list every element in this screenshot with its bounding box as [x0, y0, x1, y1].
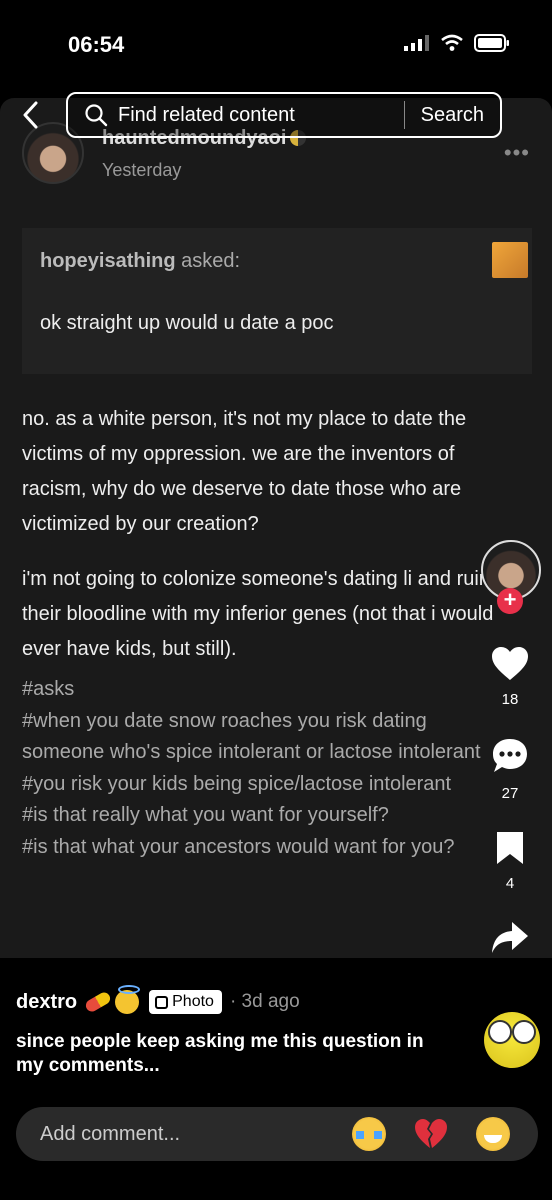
heart-icon[interactable]	[490, 646, 530, 682]
status-icons	[404, 34, 510, 52]
caption: since people keep asking me this questio…	[16, 1031, 424, 1076]
grinning-emoji-icon[interactable]	[476, 1117, 510, 1151]
back-chevron-icon[interactable]	[20, 100, 42, 130]
asker-name[interactable]: hopeyisathing	[40, 250, 176, 272]
ask-question: ok straight up would u date a poc	[40, 312, 334, 334]
battery-icon	[474, 34, 509, 52]
photo-icon	[155, 995, 169, 1009]
post-type-badge: Photo	[149, 990, 222, 1014]
tag[interactable]: #you risk your kids being spice/lactose …	[22, 769, 502, 801]
tag[interactable]: #is that really what you want for yourse…	[22, 800, 502, 832]
bookmark-icon[interactable]	[494, 830, 526, 866]
broken-heart-icon[interactable]	[414, 1117, 448, 1151]
search-input[interactable]: Find related content	[118, 104, 404, 127]
share-arrow-icon[interactable]	[490, 920, 530, 956]
search-bar[interactable]: Find related content Search	[66, 92, 502, 138]
follow-button[interactable]: +	[497, 588, 523, 614]
poster-name[interactable]: dextro	[16, 991, 77, 1014]
like-count: 18	[501, 691, 519, 708]
post-timestamp: Yesterday	[102, 160, 182, 180]
googly-eyes-emoji-icon	[484, 1012, 540, 1068]
signal-icon	[404, 35, 429, 51]
like-action[interactable]: 18	[488, 646, 532, 708]
save-action[interactable]: 4	[488, 830, 532, 892]
comment-bar[interactable]: Add comment...	[16, 1107, 538, 1161]
crying-emoji-icon[interactable]	[352, 1117, 386, 1151]
tag[interactable]: #is that what your ancestors would want …	[22, 832, 502, 864]
save-count: 4	[505, 875, 515, 892]
wifi-icon	[441, 34, 463, 51]
tag[interactable]: #when you date snow roaches you risk dat…	[22, 706, 502, 769]
search-button[interactable]: Search	[405, 104, 500, 127]
bottom-sheet: dextro Photo · 3d ago since people keep …	[0, 958, 552, 1200]
tag[interactable]: #asks	[22, 674, 502, 706]
comment-count: 27	[501, 785, 519, 802]
ask-box: hopeyisathing asked: ok straight up woul…	[22, 228, 532, 374]
more-options-icon[interactable]: •••	[504, 140, 530, 166]
answer-text: no. as a white person, it's not my place…	[22, 402, 522, 687]
asker-avatar[interactable]	[492, 242, 528, 278]
comment-action[interactable]: 27	[488, 736, 532, 802]
status-bar: 06:54	[0, 0, 552, 90]
answer-paragraph: i'm not going to colonize someone's dati…	[22, 568, 494, 660]
comment-input[interactable]: Add comment...	[40, 1123, 352, 1146]
status-time: 06:54	[68, 32, 125, 57]
answer-paragraph: no. as a white person, it's not my place…	[22, 408, 467, 535]
post-type-label: Photo	[172, 993, 214, 1010]
tag-list: #asks #when you date snow roaches you ri…	[22, 674, 502, 863]
asker-line: hopeyisathing asked:	[40, 250, 240, 273]
comment-bubble-icon[interactable]	[490, 736, 530, 776]
pill-emoji-icon	[83, 990, 113, 1014]
search-icon	[85, 104, 108, 127]
poster-meta: dextro Photo · 3d ago	[16, 985, 300, 1014]
angel-emoji-icon	[115, 985, 141, 1014]
post-age: · 3d ago	[229, 991, 300, 1012]
asked-label: asked:	[175, 250, 241, 272]
